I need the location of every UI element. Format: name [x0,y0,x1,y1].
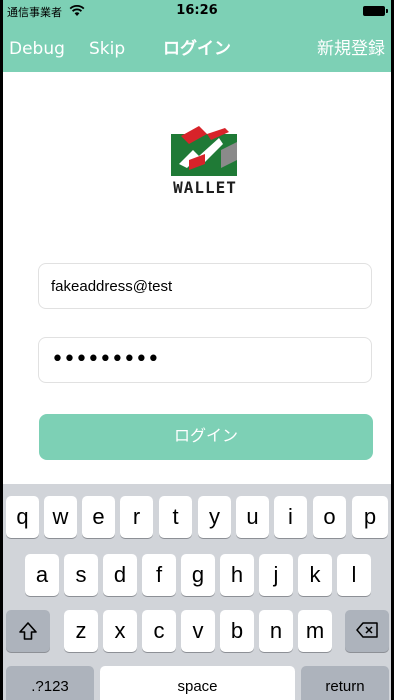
key-s[interactable]: s [64,554,98,596]
keyboard: q w e r t y u i o p a s d f g h j k l z … [3,484,391,700]
login-button[interactable]: ログイン [39,414,373,460]
navigation-bar: Debug Skip ログイン 新規登録 [3,22,391,72]
key-d[interactable]: d [103,554,137,596]
password-field[interactable] [38,337,372,383]
key-r[interactable]: r [120,496,153,538]
key-c[interactable]: c [142,610,176,652]
skip-button[interactable]: Skip [89,39,125,59]
key-q[interactable]: q [6,496,39,538]
key-t[interactable]: t [159,496,192,538]
delete-icon [356,622,378,638]
shift-icon [19,622,37,640]
key-n[interactable]: n [259,610,293,652]
return-key[interactable]: return [301,666,389,700]
key-k[interactable]: k [298,554,332,596]
delete-key[interactable] [345,610,389,652]
wallet-logo: WALLET [159,120,251,202]
key-e[interactable]: e [82,496,115,538]
key-h[interactable]: h [220,554,254,596]
key-x[interactable]: x [103,610,137,652]
status-time: 16:26 [176,3,218,18]
register-button[interactable]: 新規登録 [317,39,385,59]
wallet-logo-text: WALLET [173,178,237,197]
key-y[interactable]: y [198,496,231,538]
space-key[interactable]: space [100,666,295,700]
key-j[interactable]: j [259,554,293,596]
key-a[interactable]: a [25,554,59,596]
key-v[interactable]: v [181,610,215,652]
shift-key[interactable] [6,610,50,652]
battery-icon [363,6,388,16]
status-bar: 通信事業者 16:26 [3,0,391,22]
key-f[interactable]: f [142,554,176,596]
email-field[interactable] [38,263,372,309]
key-i[interactable]: i [274,496,307,538]
key-z[interactable]: z [64,610,98,652]
key-g[interactable]: g [181,554,215,596]
debug-button[interactable]: Debug [9,39,65,59]
key-l[interactable]: l [337,554,371,596]
login-screen: 通信事業者 16:26 Debug Skip ログイン 新規登録 WALLET … [3,0,391,700]
key-o[interactable]: o [313,496,346,538]
numbers-key[interactable]: .?123 [6,666,94,700]
key-w[interactable]: w [44,496,77,538]
key-m[interactable]: m [298,610,332,652]
wallet-logo-icon [171,126,237,176]
key-p[interactable]: p [352,496,388,538]
key-u[interactable]: u [236,496,269,538]
key-b[interactable]: b [220,610,254,652]
